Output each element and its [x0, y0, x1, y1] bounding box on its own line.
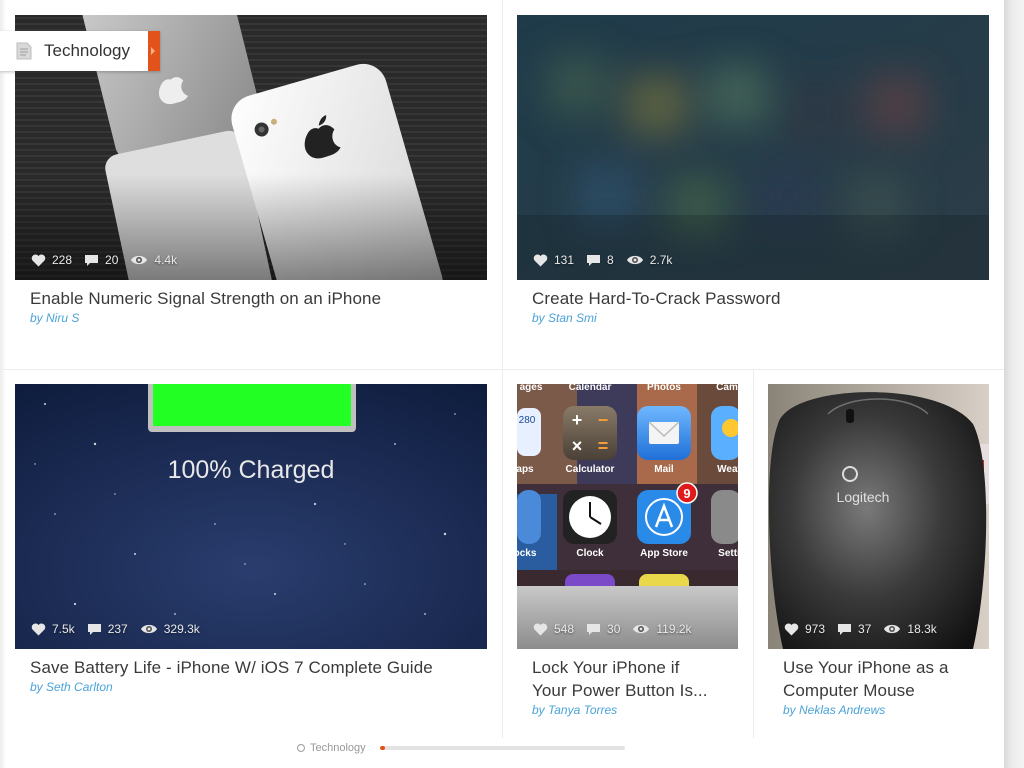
likes-count: 228 [52, 253, 73, 267]
category-tag-label: Technology [44, 41, 131, 60]
page-progress-bar[interactable] [380, 746, 625, 750]
article-card-lock-iphone[interactable]: ages Calendar Photos Cam 280 + − × = aps… [517, 384, 738, 724]
heart-icon[interactable] [533, 254, 548, 267]
eye-icon [633, 624, 650, 634]
app-label-top-2: Photos [647, 384, 681, 393]
comment-icon[interactable] [84, 254, 99, 267]
comment-icon[interactable] [586, 623, 601, 636]
column-divider [502, 0, 503, 370]
article-card-battery[interactable]: 100% Charged 7.5k 237 329.3k Save Batter… [15, 384, 487, 724]
svg-text:−: − [598, 410, 609, 430]
article-stats: 131 8 2.7k [533, 252, 684, 268]
app-label-calculator: Calculator [566, 464, 615, 475]
likes-count: 548 [554, 622, 575, 636]
article-title-line1[interactable]: Use Your iPhone as a [783, 656, 949, 679]
article-stats: 973 37 18.3k [784, 621, 949, 637]
magazine-page: 228 20 4.4k Enable Numeric Signal Streng… [0, 0, 1004, 768]
app-label-top-0: ages [520, 384, 543, 393]
likes-count: 973 [805, 622, 826, 636]
left-page-edge [0, 0, 6, 768]
app-partial-number: 280 [519, 415, 536, 426]
footer-section-label: Technology [296, 742, 366, 754]
article-stats: 7.5k 237 329.3k [31, 621, 212, 637]
comment-icon[interactable] [87, 623, 102, 636]
article-image: ages Calendar Photos Cam 280 + − × = aps… [517, 384, 738, 649]
article-author[interactable]: by Stan Smi [532, 311, 597, 325]
views-count: 119.2k [656, 622, 692, 636]
svg-text:×: × [572, 436, 583, 456]
views-count: 329.3k [163, 622, 200, 636]
right-page-edge [1004, 0, 1024, 768]
article-author[interactable]: by Seth Carlton [30, 680, 113, 694]
heart-icon[interactable] [784, 623, 799, 636]
column-divider [753, 370, 754, 738]
article-title-line2[interactable]: Computer Mouse [783, 679, 915, 702]
article-image: Logitech 973 37 18.3k [768, 384, 989, 649]
likes-count: 131 [554, 253, 575, 267]
notification-badge: 9 [683, 486, 690, 501]
article-image: 131 8 2.7k [517, 15, 989, 280]
app-label-row1-0: aps [517, 464, 534, 475]
likes-count: 7.5k [52, 622, 75, 636]
views-count: 18.3k [907, 622, 937, 636]
app-label-mail: Mail [654, 464, 674, 475]
comment-icon[interactable] [586, 254, 601, 267]
column-divider [502, 370, 503, 738]
category-tag-arrow-icon[interactable] [148, 31, 160, 71]
row-divider [0, 369, 1004, 370]
article-author[interactable]: by Neklas Andrews [783, 703, 885, 717]
article-title[interactable]: Create Hard-To-Crack Password [532, 287, 781, 310]
article-title-line2[interactable]: Your Power Button Is... [532, 679, 708, 702]
app-label-app-store: App Store [640, 548, 688, 559]
document-icon [16, 42, 32, 60]
article-author[interactable]: by Niru S [30, 311, 79, 325]
page-progress-fill [380, 746, 385, 750]
views-count: 2.7k [649, 253, 673, 267]
app-label-row2-0: ocks [517, 548, 537, 559]
article-author[interactable]: by Tanya Torres [532, 703, 617, 717]
app-label-row1-3: Weat [717, 464, 738, 475]
heart-icon[interactable] [31, 623, 46, 636]
svg-text:=: = [598, 436, 609, 456]
eye-icon [626, 255, 643, 265]
eye-icon [140, 624, 157, 634]
views-count: 4.4k [154, 253, 178, 267]
svg-text:+: + [572, 410, 583, 430]
comments-count: 8 [607, 253, 614, 267]
app-label-row2-3: Setti [718, 548, 738, 559]
app-label-clock: Clock [576, 548, 604, 559]
app-label-top-1: Calendar [569, 384, 612, 393]
footer-label-text: Technology [310, 742, 366, 754]
article-title[interactable]: Enable Numeric Signal Strength on an iPh… [30, 287, 381, 310]
mouse-brand-text: Logitech [837, 489, 890, 505]
article-card-computer-mouse[interactable]: Logitech 973 37 18.3k Use Your iPhone as… [768, 384, 989, 724]
article-stats: 548 30 119.2k [533, 621, 704, 637]
refresh-icon [296, 743, 306, 753]
heart-icon[interactable] [31, 254, 46, 267]
article-title-line1[interactable]: Lock Your iPhone if [532, 656, 679, 679]
app-label-top-3: Cam [716, 384, 738, 393]
heart-icon[interactable] [533, 623, 548, 636]
eye-icon [884, 624, 901, 634]
category-tag[interactable]: Technology [0, 31, 160, 71]
comments-count: 37 [858, 622, 872, 636]
comments-count: 20 [105, 253, 119, 267]
comments-count: 30 [607, 622, 621, 636]
comments-count: 237 [107, 622, 128, 636]
article-stats: 228 20 4.4k [31, 252, 189, 268]
article-image: 100% Charged 7.5k 237 329.3k [15, 384, 487, 649]
article-title[interactable]: Save Battery Life - iPhone W/ iOS 7 Comp… [30, 656, 433, 679]
article-card-password[interactable]: 131 8 2.7k Create Hard-To-Crack Password… [517, 15, 989, 355]
eye-icon [131, 255, 148, 265]
comment-icon[interactable] [837, 623, 852, 636]
battery-charged-text: 100% Charged [168, 456, 335, 484]
